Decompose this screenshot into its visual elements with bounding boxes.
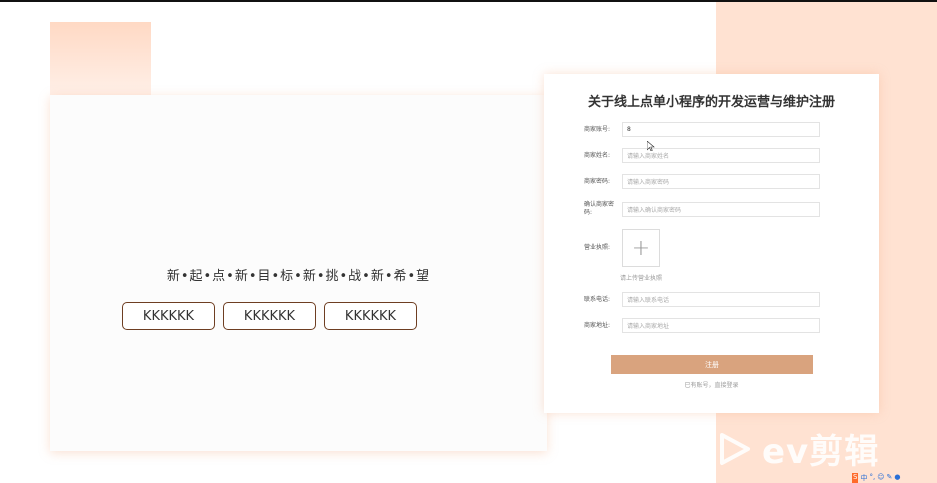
mouse-cursor-icon xyxy=(647,141,655,151)
plus-icon: + xyxy=(631,235,651,261)
k-button-2[interactable]: KKKKKK xyxy=(223,302,316,330)
password-row: 商家密码: 请输入商家密码 xyxy=(584,174,820,189)
skin-icon[interactable]: ✎ xyxy=(887,473,893,483)
confirm-password-row: 确认商家密码: 请输入确认商家密码 xyxy=(584,201,820,217)
form-title: 关于线上点单小程序的开发运营与维护注册 xyxy=(587,95,835,110)
left-card: 新•起•点•新•目•标•新•挑•战•新•希•望 KKKKKK KKKKKK KK… xyxy=(50,95,547,451)
address-row: 商家地址: 请输入商家地址 xyxy=(584,318,820,333)
name-label: 商家姓名: xyxy=(584,151,611,159)
address-input[interactable]: 请输入商家地址 xyxy=(622,318,820,333)
password-input[interactable]: 请输入商家密码 xyxy=(622,174,820,189)
sogou-icon[interactable]: S xyxy=(852,473,859,483)
system-tray: S 中 °, ☺ ✎ ● xyxy=(852,473,900,483)
watermark-text: ev剪辑 xyxy=(762,432,880,472)
account-row: 商家账号: 8 xyxy=(584,122,820,137)
account-label: 商家账号: xyxy=(584,125,611,133)
phone-row: 联系电话: 请输入联系电话 xyxy=(584,292,820,307)
phone-input[interactable]: 请输入联系电话 xyxy=(622,292,820,307)
phone-label: 联系电话: xyxy=(584,295,611,303)
decorative-square xyxy=(50,22,151,100)
name-row: 商家姓名: 请输入商家姓名 xyxy=(584,148,820,163)
address-label: 商家地址: xyxy=(584,321,611,329)
confirm-password-input[interactable]: 请输入确认商家密码 xyxy=(622,201,820,217)
play-icon xyxy=(720,432,750,465)
license-label: 营业执照: xyxy=(584,244,611,251)
account-input[interactable]: 8 xyxy=(622,122,820,137)
ime-indicator[interactable]: 中 xyxy=(860,473,867,483)
watermark: ev剪辑 xyxy=(716,424,879,473)
emoji-icon[interactable]: ☺ xyxy=(877,473,884,483)
upload-license-button[interactable]: + xyxy=(622,229,660,267)
button-row: KKKKKK KKKKKK KKKKKK xyxy=(122,302,417,330)
license-hint: 请上传营业执照 xyxy=(620,275,663,282)
mic-icon[interactable]: ● xyxy=(894,473,900,483)
k-button-1[interactable]: KKKKKK xyxy=(122,302,215,330)
login-link[interactable]: 已有账号，直接登录 xyxy=(544,380,879,389)
confirm-password-label: 确认商家密码: xyxy=(584,201,615,216)
slogan-text: 新•起•点•新•目•标•新•挑•战•新•希•望 xyxy=(166,269,431,284)
register-button[interactable]: 注册 xyxy=(611,355,813,374)
k-button-3[interactable]: KKKKKK xyxy=(324,302,417,330)
license-row: 营业执照: + xyxy=(584,229,660,267)
password-label: 商家密码: xyxy=(584,177,611,185)
punctuation-icon[interactable]: °, xyxy=(869,473,875,483)
registration-form: 关于线上点单小程序的开发运营与维护注册 商家账号: 8 商家姓名: 请输入商家姓… xyxy=(544,74,879,413)
